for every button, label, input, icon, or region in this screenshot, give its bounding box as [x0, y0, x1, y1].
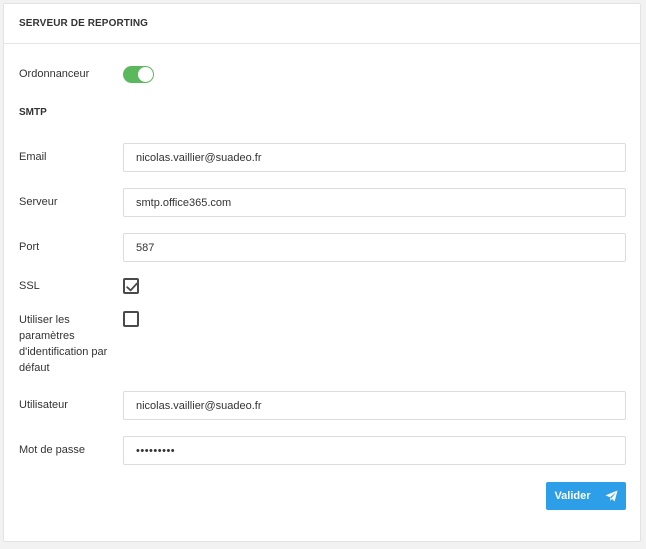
- default-credentials-label: Utiliser les paramètres d'identification…: [19, 312, 107, 376]
- smtp-section-title: SMTP: [19, 107, 47, 118]
- default-credentials-label-line: d'identification par: [19, 346, 108, 358]
- scheduler-label: Ordonnanceur: [19, 68, 90, 80]
- password-label: Mot de passe: [19, 444, 86, 456]
- toggle-knob: [138, 67, 153, 82]
- server-field[interactable]: smtp.office365.com: [123, 188, 626, 217]
- email-value: nicolas.vaillier@suadeo.fr: [136, 151, 262, 164]
- ssl-label: SSL: [19, 280, 40, 292]
- default-credentials-label-line: Utiliser les: [19, 314, 70, 326]
- ssl-checkbox[interactable]: [123, 278, 139, 294]
- default-credentials-label-line: défaut: [19, 362, 50, 374]
- scheduler-toggle[interactable]: [123, 66, 154, 83]
- panel-header: SERVEUR DE REPORTING: [4, 4, 640, 44]
- checkmark-icon: [126, 282, 138, 292]
- port-value: 587: [136, 241, 155, 254]
- submit-button[interactable]: Valider: [546, 482, 626, 510]
- user-value: nicolas.vaillier@suadeo.fr: [136, 399, 262, 412]
- server-label: Serveur: [19, 196, 58, 208]
- submit-label: Valider: [554, 490, 591, 502]
- user-label: Utilisateur: [19, 399, 68, 411]
- port-label: Port: [19, 241, 40, 253]
- panel-title: SERVEUR DE REPORTING: [19, 18, 149, 29]
- default-credentials-checkbox[interactable]: [123, 311, 139, 327]
- password-value: •••••••••: [136, 444, 176, 457]
- default-credentials-label-line: paramètres: [19, 330, 75, 342]
- reporting-server-panel: SERVEUR DE REPORTING Ordonnanceur SMTP E…: [3, 3, 641, 542]
- send-icon: [605, 490, 618, 502]
- port-field[interactable]: 587: [123, 233, 626, 262]
- password-field[interactable]: •••••••••: [123, 436, 626, 465]
- server-value: smtp.office365.com: [136, 196, 232, 209]
- email-label: Email: [19, 151, 47, 163]
- user-field[interactable]: nicolas.vaillier@suadeo.fr: [123, 391, 626, 420]
- email-field[interactable]: nicolas.vaillier@suadeo.fr: [123, 143, 626, 172]
